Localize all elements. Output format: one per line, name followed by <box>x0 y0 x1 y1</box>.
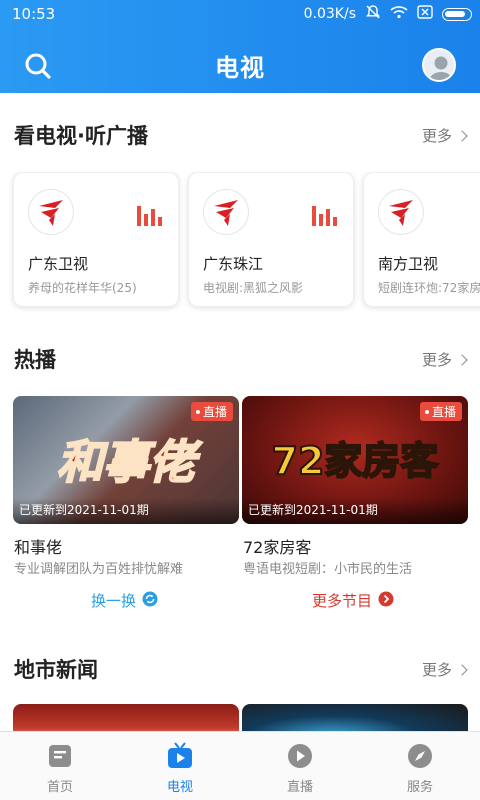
channel-name: 广东珠江 <box>203 255 264 273</box>
equalizer-icon <box>311 204 339 226</box>
channel-list: 广东卫视 养母的花样年华(25) 广东珠江 电视剧:黑狐之风影 南方卫视 短剧连… <box>0 172 480 312</box>
channel-name: 广东卫视 <box>28 255 89 273</box>
tab-label: 服务 <box>406 780 433 795</box>
channel-program: 养母的花样年华(25) <box>28 281 137 295</box>
battery-icon <box>442 7 472 21</box>
channel-logo-icon <box>378 189 424 235</box>
thumbnail-title: 72家房客 <box>272 439 439 483</box>
status-bar: 10:53 0.03K/s <box>0 0 480 28</box>
nav-bar: 电视 <box>0 34 480 94</box>
live-badge: 直播 <box>419 402 462 421</box>
channel-name: 南方卫视 <box>378 255 439 273</box>
thumbnail-title: 和事佬 <box>57 435 203 489</box>
network-speed: 0.03K/s <box>303 6 356 22</box>
channel-logo-icon <box>203 189 249 235</box>
tv-icon <box>166 742 194 770</box>
live-dot-icon <box>424 409 429 414</box>
channel-card[interactable]: 广东珠江 电视剧:黑狐之风影 <box>188 172 354 307</box>
tab-label: 电视 <box>166 780 193 795</box>
chevron-right-icon <box>456 353 468 366</box>
tab-live[interactable]: 直播 <box>240 732 360 800</box>
channel-card[interactable]: 广东卫视 养母的花样年华(25) <box>13 172 179 307</box>
status-time: 10:53 <box>12 5 56 23</box>
hot-item-desc: 专业调解团队为百姓排忧解难 <box>14 562 184 577</box>
more-programs-label: 更多节目 <box>312 592 373 610</box>
wifi-icon <box>390 5 408 23</box>
more-label: 更多 <box>421 127 452 145</box>
section-header-hot: 热播 更多 <box>0 340 480 380</box>
tab-tv[interactable]: 电视 <box>120 732 240 800</box>
hot-item-title[interactable]: 和事佬 <box>14 534 62 558</box>
equalizer-icon <box>136 204 164 226</box>
update-text: 已更新到2021-11-01期 <box>19 503 149 517</box>
channel-card[interactable]: 南方卫视 短剧连环炮:72家房客 <box>363 172 480 307</box>
bottom-tab-bar: 首页 电视 直播 服务 <box>0 731 480 800</box>
tab-label: 首页 <box>46 780 73 795</box>
avatar[interactable] <box>422 48 456 82</box>
live-badge: 直播 <box>190 402 233 421</box>
arrow-right-icon <box>378 591 394 611</box>
page-title: 电视 <box>215 54 265 82</box>
section-title: 热播 <box>14 348 56 372</box>
section-header-tv-radio: 看电视·听广播 更多 <box>0 116 480 156</box>
channel-program: 电视剧:黑狐之风影 <box>203 281 304 295</box>
section-header-local-news: 地市新闻 更多 <box>0 650 480 690</box>
more-programs-button[interactable]: 更多节目 <box>312 590 394 611</box>
hot-video-card[interactable]: 72家房客 直播 已更新到2021-11-01期 <box>242 396 468 524</box>
more-link[interactable]: 更多 <box>421 659 468 680</box>
update-text: 已更新到2021-11-01期 <box>248 503 378 517</box>
chevron-right-icon <box>456 663 468 676</box>
channel-program: 短剧连环炮:72家房客 <box>378 281 480 295</box>
hot-video-card[interactable]: 和事佬 直播 已更新到2021-11-01期 <box>13 396 239 524</box>
hot-item-title[interactable]: 72家房客 <box>243 534 311 558</box>
refresh-button[interactable]: 换一换 <box>91 590 158 611</box>
tab-home[interactable]: 首页 <box>0 732 120 800</box>
section-title: 看电视·听广播 <box>14 124 148 148</box>
chevron-right-icon <box>456 129 468 142</box>
top-header: 10:53 0.03K/s 电视 <box>0 0 480 93</box>
channel-logo-icon <box>28 189 74 235</box>
tab-label: 直播 <box>286 780 313 795</box>
more-label: 更多 <box>421 661 452 679</box>
more-link[interactable]: 更多 <box>421 349 468 370</box>
more-link[interactable]: 更多 <box>421 125 468 146</box>
live-label: 直播 <box>202 405 227 419</box>
play-icon <box>286 742 314 770</box>
sim-off-icon <box>417 5 433 23</box>
live-dot-icon <box>195 409 200 414</box>
section-title: 地市新闻 <box>14 658 98 682</box>
tab-service[interactable]: 服务 <box>360 732 480 800</box>
more-label: 更多 <box>421 351 452 369</box>
refresh-icon <box>142 591 158 611</box>
status-icons: 0.03K/s <box>304 4 472 24</box>
refresh-label: 换一换 <box>91 592 137 610</box>
live-label: 直播 <box>431 405 456 419</box>
compass-icon <box>406 742 434 770</box>
mute-icon <box>365 4 381 24</box>
home-icon <box>46 742 74 770</box>
hot-item-desc: 粤语电视短剧：小市民的生活 <box>243 562 413 577</box>
